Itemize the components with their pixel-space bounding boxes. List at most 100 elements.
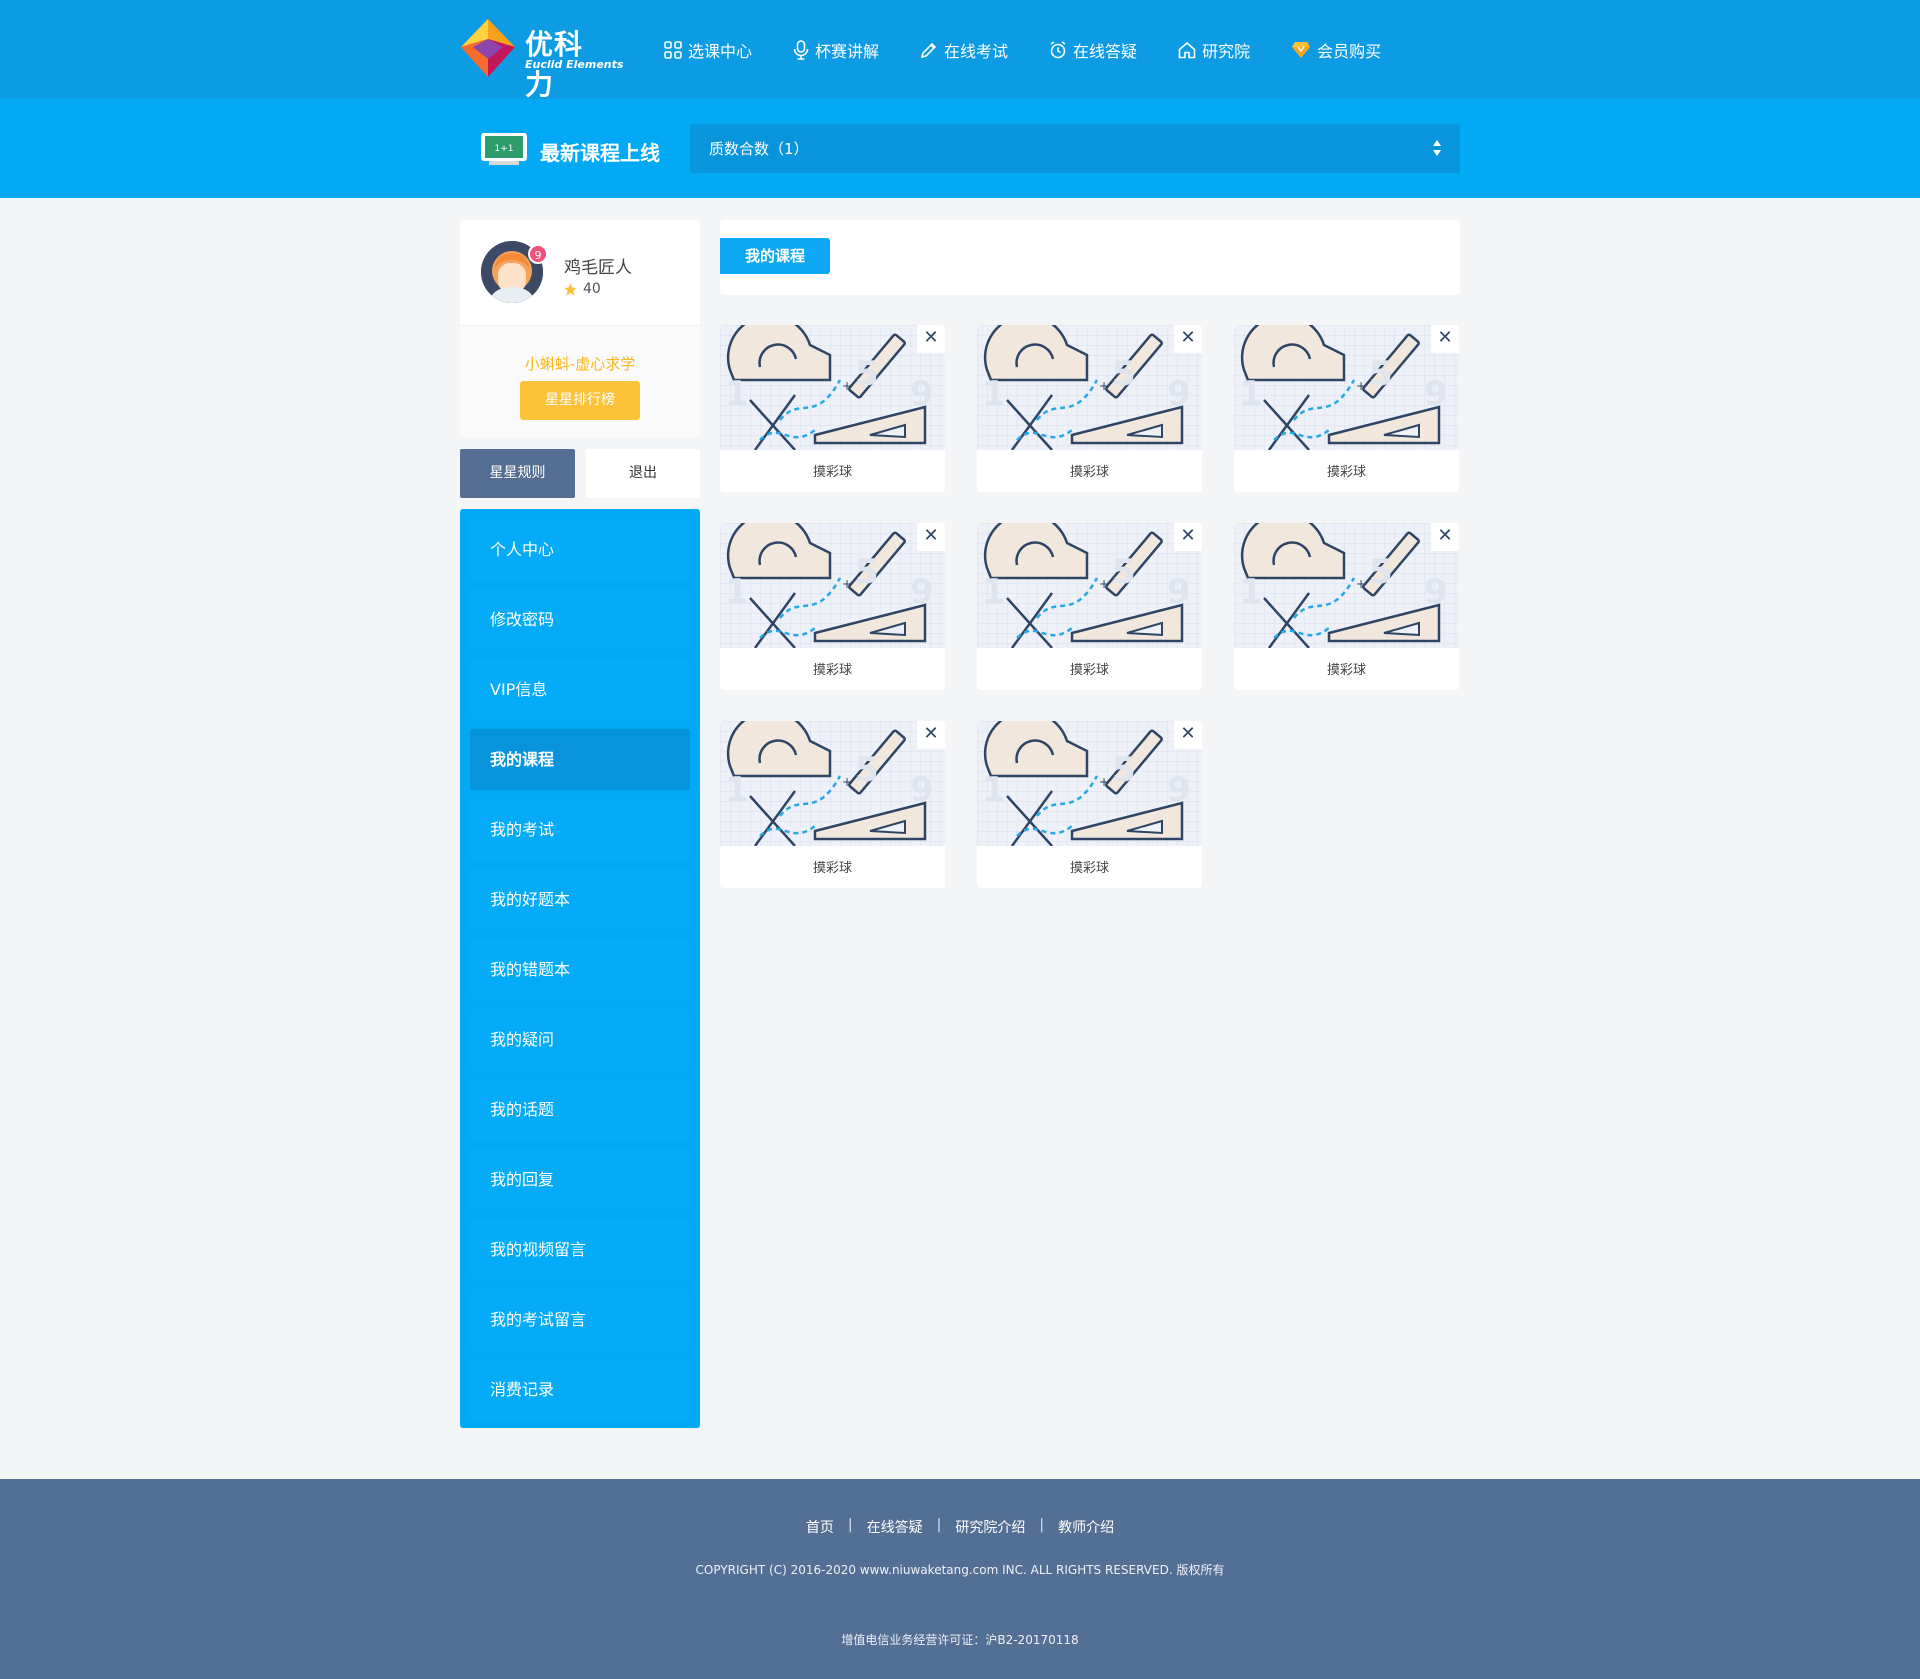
course-card[interactable]: ✕ 摸彩球: [720, 721, 945, 888]
profile-card: 9 鸡毛匠人 40 小蝌蚪-虚心求学 星星排行榜: [460, 220, 700, 438]
course-title: 摸彩球: [1326, 465, 1366, 480]
course-title: 摸彩球: [812, 663, 852, 678]
course-card[interactable]: ✕ 摸彩球: [1234, 325, 1459, 492]
nav-label: 会员购买: [1317, 42, 1382, 61]
menu-item-good-questions[interactable]: 我的好题本: [470, 869, 690, 930]
close-icon[interactable]: ✕: [917, 721, 945, 749]
course-thumbnail: [977, 721, 1202, 846]
menu-item-vip-info[interactable]: VIP信息: [470, 659, 690, 720]
nav-online-qa[interactable]: 在线答疑: [1049, 37, 1137, 63]
footer-link-home[interactable]: 首页: [806, 1517, 834, 1537]
select-arrows-icon: [1433, 140, 1441, 156]
main-nav: 选课中心 杯赛讲解 在线考试 在线答疑 研究院 会员购买: [664, 37, 1422, 63]
logout-button[interactable]: 退出: [586, 449, 700, 498]
course-thumbnail: [977, 325, 1202, 450]
home-icon: [1178, 41, 1196, 59]
top-navbar: 优科力 Euclid Elements 选课中心 杯赛讲解 在线考试 在线答疑 …: [0, 0, 1920, 101]
menu-item-my-replies[interactable]: 我的回复: [470, 1149, 690, 1210]
close-icon[interactable]: ✕: [1174, 721, 1202, 749]
star-value: 40: [583, 281, 601, 297]
menu-item-personal-center[interactable]: 个人中心: [470, 519, 690, 580]
menu-item-my-courses[interactable]: 我的课程: [470, 729, 690, 790]
blackboard-icon: 1+1: [481, 133, 527, 165]
course-card[interactable]: ✕ 摸彩球: [720, 523, 945, 690]
username: 鸡毛匠人: [564, 258, 632, 278]
nav-label: 在线考试: [944, 42, 1009, 61]
menu-item-my-questions[interactable]: 我的疑问: [470, 1009, 690, 1070]
nav-cup-explain[interactable]: 杯赛讲解: [793, 37, 879, 63]
course-select-value: 质数合数（1）: [709, 140, 809, 158]
footer-links: 首页 | 在线答疑 | 研究院介绍 | 教师介绍: [0, 1517, 1920, 1537]
course-title: 摸彩球: [812, 861, 852, 876]
microphone-icon: [793, 40, 809, 60]
svg-text:1+1: 1+1: [495, 144, 514, 154]
course-thumbnail: [720, 523, 945, 648]
separator: |: [1039, 1517, 1045, 1533]
latest-courses-title: 最新课程上线: [540, 141, 660, 165]
course-select[interactable]: 质数合数（1）: [690, 124, 1460, 173]
course-card[interactable]: ✕ 摸彩球: [720, 325, 945, 492]
course-thumbnail: [977, 523, 1202, 648]
nav-label: 在线答疑: [1073, 42, 1138, 61]
tab-my-courses[interactable]: 我的课程: [720, 238, 830, 274]
brand-tagline: Euclid Elements: [525, 58, 624, 71]
diamond-icon: [1292, 42, 1311, 58]
star-count: 40: [563, 281, 601, 297]
close-icon[interactable]: ✕: [917, 523, 945, 551]
star-icon: [564, 282, 577, 295]
close-icon[interactable]: ✕: [1174, 523, 1202, 551]
course-thumbnail: [720, 721, 945, 846]
separator: |: [936, 1517, 942, 1533]
close-icon[interactable]: ✕: [1431, 325, 1459, 353]
notification-badge: 9: [528, 244, 548, 264]
license-number: 增值电信业务经营许可证：沪B2-20170118: [841, 1633, 1079, 1647]
star-rules-button[interactable]: 星星规则: [460, 449, 575, 498]
menu-item-exam-comments[interactable]: 我的考试留言: [470, 1289, 690, 1350]
nav-membership[interactable]: 会员购买: [1291, 37, 1381, 63]
menu-item-my-exams[interactable]: 我的考试: [470, 799, 690, 860]
footer-link-teachers[interactable]: 教师介绍: [1058, 1517, 1114, 1537]
menu-item-change-password[interactable]: 修改密码: [470, 589, 690, 650]
course-card[interactable]: ✕ 摸彩球: [977, 721, 1202, 888]
course-card[interactable]: ✕ 摸彩球: [977, 325, 1202, 492]
nav-course-center[interactable]: 选课中心: [664, 37, 752, 63]
course-title: 摸彩球: [812, 465, 852, 480]
course-title: 摸彩球: [1326, 663, 1366, 678]
course-title: 摸彩球: [1069, 465, 1109, 480]
close-icon[interactable]: ✕: [917, 325, 945, 353]
latest-course-bar: 1+1 最新课程上线 质数合数（1）: [0, 99, 1920, 198]
footer: 首页 | 在线答疑 | 研究院介绍 | 教师介绍 COPYRIGHT (C) 2…: [0, 1479, 1920, 1679]
menu-item-purchase-history[interactable]: 消费记录: [470, 1359, 690, 1420]
content-header: 我的课程: [720, 220, 1460, 295]
menu-item-wrong-questions[interactable]: 我的错题本: [470, 939, 690, 1000]
course-card[interactable]: ✕ 摸彩球: [1234, 523, 1459, 690]
grid-icon: [664, 41, 682, 59]
course-title: 摸彩球: [1069, 663, 1109, 678]
course-title: 摸彩球: [1069, 861, 1109, 876]
course-card[interactable]: ✕ 摸彩球: [977, 523, 1202, 690]
nav-label: 研究院: [1202, 42, 1251, 61]
nav-online-exam[interactable]: 在线考试: [920, 37, 1008, 63]
copyright: COPYRIGHT (C) 2016-2020 www.niuwaketang.…: [695, 1563, 1225, 1577]
side-menu: 个人中心 修改密码 VIP信息 我的课程 我的考试 我的好题本 我的错题本 我的…: [460, 509, 700, 1428]
close-icon[interactable]: ✕: [1174, 325, 1202, 353]
course-thumbnail: [720, 325, 945, 450]
footer-link-institute[interactable]: 研究院介绍: [955, 1517, 1025, 1537]
menu-item-video-comments[interactable]: 我的视频留言: [470, 1219, 690, 1280]
star-leaderboard-button[interactable]: 星星排行榜: [520, 381, 640, 420]
rank-title: 小蝌蚪-虚心求学: [524, 355, 636, 373]
separator: |: [847, 1517, 853, 1533]
nav-institute[interactable]: 研究院: [1178, 37, 1250, 63]
nav-label: 选课中心: [688, 42, 753, 61]
nav-label: 杯赛讲解: [815, 42, 880, 61]
close-icon[interactable]: ✕: [1431, 523, 1459, 551]
rank-section: 小蝌蚪-虚心求学 星星排行榜: [460, 325, 700, 438]
alarm-icon: [1050, 41, 1066, 59]
footer-link-online-qa[interactable]: 在线答疑: [867, 1517, 923, 1537]
menu-item-my-topics[interactable]: 我的话题: [470, 1079, 690, 1140]
course-thumbnail: [1234, 523, 1459, 648]
logo-icon: [461, 19, 515, 77]
pencil-icon: [920, 42, 937, 59]
course-thumbnail: [1234, 325, 1459, 450]
logo[interactable]: 优科力 Euclid Elements: [459, 17, 623, 101]
